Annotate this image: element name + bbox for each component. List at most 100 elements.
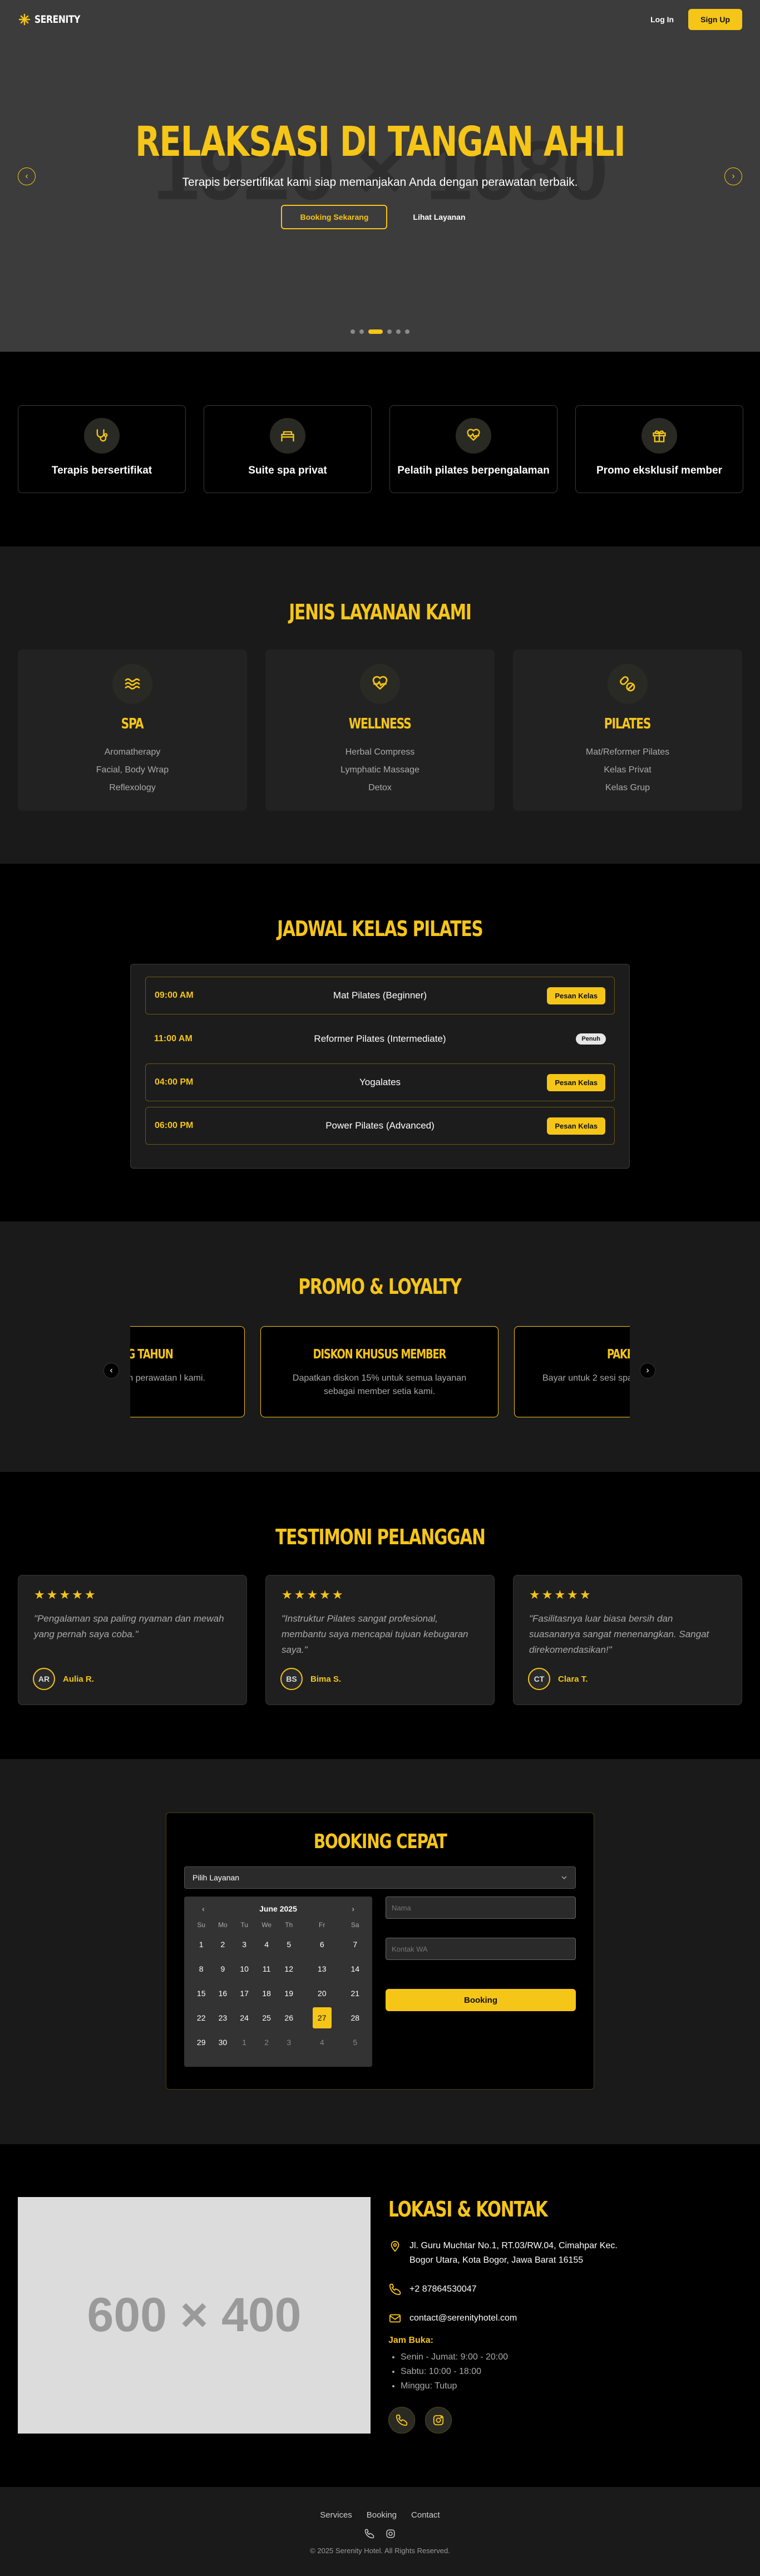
reviewer-name: Bima S. (310, 1674, 342, 1684)
promo-card[interactable]: DISKON KHUSUS MEMBER Dapatkan diskon 15%… (260, 1326, 499, 1417)
service-item: Detox (368, 783, 392, 792)
calendar-day[interactable]: 12 (279, 1957, 299, 1981)
instagram-button[interactable] (425, 2407, 452, 2434)
phone-icon (396, 2414, 408, 2426)
calendar-day[interactable]: 23 (211, 2006, 234, 2030)
calendar-day[interactable]: 18 (255, 1981, 279, 2006)
calendar-day[interactable]: 4 (299, 2030, 345, 2055)
calendar-day[interactable]: 10 (234, 1957, 254, 1981)
calendar-day[interactable]: 16 (211, 1981, 234, 2006)
calendar-day[interactable]: 30 (211, 2030, 234, 2055)
calendar-day[interactable]: 19 (279, 1981, 299, 2006)
calendar-day[interactable]: 8 (191, 1957, 211, 1981)
brand-logo[interactable]: SERENITY (18, 13, 90, 26)
calendar-day[interactable]: 5 (279, 1932, 299, 1957)
promo-next-button[interactable]: › (640, 1363, 655, 1378)
testimonial-card: ★★★★★ "Instruktur Pilates sangat profesi… (265, 1575, 495, 1705)
book-class-button[interactable]: Pesan Kelas (547, 987, 605, 1004)
service-select[interactable]: Pilih Layanan (184, 1866, 576, 1889)
hours-item: Senin - Jumat: 9:00 - 20:00 (401, 2350, 744, 2365)
calendar-day[interactable]: 2 (255, 2030, 279, 2055)
mail-icon (389, 2314, 401, 2323)
slide-dot[interactable] (396, 329, 401, 334)
instagram-icon[interactable] (386, 2529, 396, 2539)
calendar-day[interactable]: 7 (345, 1932, 366, 1957)
phone-link[interactable]: +2 87864530047 (409, 2282, 477, 2297)
hero-slide-indicators (0, 329, 760, 334)
book-class-button[interactable]: Pesan Kelas (547, 1117, 605, 1135)
calendar-day[interactable]: 17 (234, 1981, 254, 2006)
email-link[interactable]: contact@serenityhotel.com (409, 2311, 517, 2326)
book-class-button[interactable]: Pesan Kelas (547, 1073, 605, 1091)
service-name: PILATES (604, 716, 652, 732)
calendar-day[interactable]: 6 (299, 1932, 345, 1957)
day-number: 17 (240, 1989, 249, 1998)
slide-dot[interactable] (405, 329, 409, 334)
calendar-day[interactable]: 28 (345, 2006, 366, 2030)
calendar-day[interactable]: 5 (345, 2030, 366, 2055)
calendar-day[interactable]: 1 (191, 1932, 211, 1957)
calendar-day[interactable]: 4 (255, 1932, 279, 1957)
calendar-day[interactable]: 2 (211, 1932, 234, 1957)
schedule-section: Jadwal Kelas Pilates 09:00 AM Mat Pilate… (0, 864, 760, 1221)
promo-prev-button[interactable]: ‹ (103, 1363, 119, 1378)
signup-button[interactable]: Sign Up (688, 9, 742, 30)
schedule-row: 11:00 AM Reformer Pilates (Intermediate)… (145, 1020, 615, 1058)
calendar-day[interactable]: 26 (279, 2006, 299, 2030)
calendar-day[interactable]: 3 (279, 2030, 299, 2055)
calendar-day[interactable]: 24 (234, 2006, 254, 2030)
name-field[interactable] (386, 1897, 576, 1919)
promo-card[interactable]: PAKET Bayar untuk 2 sesi spa gr (514, 1326, 630, 1417)
whatsapp-field[interactable] (386, 1938, 576, 1960)
calendar-day[interactable]: 25 (255, 2006, 279, 2030)
next-month-button[interactable]: › (352, 1904, 354, 1913)
copyright: © 2025 Serenity Hotel. All Rights Reserv… (310, 2547, 450, 2555)
calendar-day[interactable]: 9 (211, 1957, 234, 1981)
day-number: 6 (319, 1940, 324, 1949)
testimonial-text: "Instruktur Pilates sangat profesional, … (282, 1613, 468, 1655)
calendar-day-selected[interactable]: 27 (299, 2006, 345, 2030)
calendar-day[interactable]: 20 (299, 1981, 345, 2006)
calendar-day[interactable]: 1 (234, 2030, 254, 2055)
weekday-label: Mo (218, 1921, 228, 1929)
brand-name: SERENITY (34, 13, 80, 26)
promo-card[interactable]: ULANG TAHUN da dengan perawatan l kami. (130, 1326, 245, 1417)
calendar-day[interactable]: 3 (234, 1932, 254, 1957)
service-item: Facial, Body Wrap (96, 765, 169, 775)
calendar-day[interactable]: 15 (191, 1981, 211, 2006)
calendar-day[interactable]: 14 (345, 1957, 366, 1981)
hero-prev-button[interactable]: ‹ (18, 168, 36, 185)
feature-label: Suite spa privat (248, 465, 327, 476)
calendar-day[interactable]: 29 (191, 2030, 211, 2055)
footer-link-booking[interactable]: Booking (367, 2510, 397, 2520)
slide-dot[interactable] (351, 329, 355, 334)
promo-carousel: ULANG TAHUN da dengan perawatan l kami. … (130, 1326, 630, 1418)
booking-section: Booking Cepat Pilih Layanan ‹ June 2025 … (0, 1759, 760, 2144)
booking-submit-button[interactable]: Booking (386, 1989, 576, 2011)
feature-label: Terapis bersertifikat (51, 465, 152, 476)
calendar-day[interactable]: 11 (255, 1957, 279, 1981)
promo-text: Dapatkan diskon 15% untuk semua layanan … (292, 1373, 467, 1396)
login-link[interactable]: Log In (650, 15, 674, 24)
top-navbar: SERENITY Log In Sign Up (0, 0, 760, 39)
hours-item: Sabtu: 10:00 - 18:00 (401, 2365, 744, 2379)
weekday-label: Tu (240, 1921, 248, 1929)
calendar-day[interactable]: 21 (345, 1981, 366, 2006)
pills-icon (620, 676, 635, 692)
service-name: SPA (121, 716, 144, 732)
footer-link-contact[interactable]: Contact (411, 2510, 440, 2520)
view-services-button[interactable]: Lihat Layanan (399, 205, 478, 229)
booking-now-button[interactable]: Booking Sekarang (281, 205, 388, 229)
calendar-day[interactable]: 22 (191, 2006, 211, 2030)
class-time: 06:00 PM (155, 1121, 194, 1130)
day-number: 22 (196, 2013, 206, 2022)
slide-dot-active[interactable] (368, 329, 383, 334)
prev-month-button[interactable]: ‹ (202, 1904, 205, 1913)
phone-icon[interactable] (364, 2529, 374, 2539)
whatsapp-button[interactable] (388, 2407, 415, 2434)
calendar-day[interactable]: 13 (299, 1957, 345, 1981)
footer-link-services[interactable]: Services (320, 2510, 352, 2520)
hero-next-button[interactable]: › (724, 168, 742, 185)
slide-dot[interactable] (359, 329, 364, 334)
slide-dot[interactable] (387, 329, 392, 334)
